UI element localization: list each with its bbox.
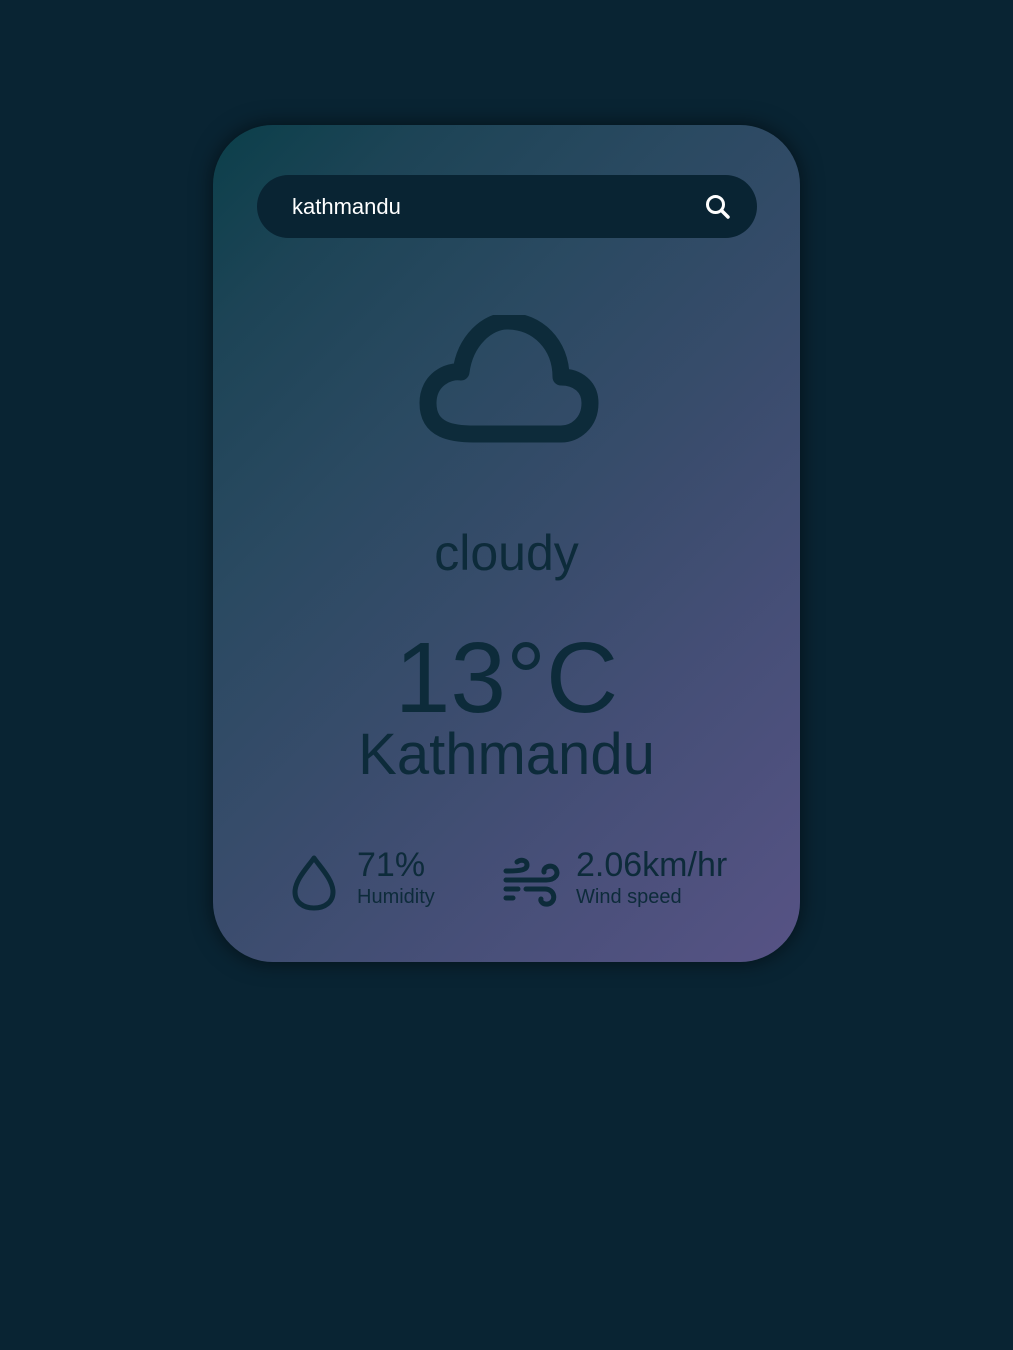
humidity-label: Humidity	[357, 886, 435, 908]
temperature: 13°C	[394, 622, 619, 734]
search-bar	[257, 175, 757, 238]
wind-icon	[503, 857, 560, 907]
weather-card: cloudy 13°C Kathmandu 71% Humidity 2.06k…	[213, 125, 800, 962]
droplet-icon	[292, 855, 336, 911]
weather-condition: cloudy	[434, 525, 579, 581]
cloud-icon	[419, 315, 599, 443]
city-name: Kathmandu	[358, 722, 655, 787]
search-button[interactable]	[703, 192, 733, 222]
page: cloudy 13°C Kathmandu 71% Humidity 2.06k…	[0, 0, 1013, 1350]
search-icon	[706, 195, 730, 219]
wind-speed-label: Wind speed	[576, 886, 682, 908]
search-input[interactable]	[292, 175, 692, 238]
humidity-value: 71%	[357, 846, 426, 884]
wind-speed-value: 2.06km/hr	[576, 846, 728, 884]
